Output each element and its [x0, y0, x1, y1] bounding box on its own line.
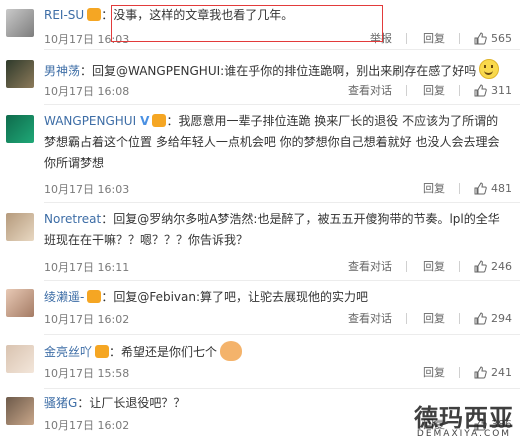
- like-button[interactable]: 241: [474, 366, 512, 379]
- member-badge-icon: [87, 290, 102, 303]
- divider: [406, 84, 407, 96]
- row-divider: [44, 104, 520, 105]
- comment-date: 10月17日 16:03: [44, 183, 130, 196]
- member-badge-icon: [95, 345, 110, 358]
- reply-button[interactable]: 回复: [423, 310, 445, 326]
- avatar[interactable]: [6, 60, 34, 88]
- like-count: 294: [491, 311, 512, 325]
- comment-text: ：回复@WANGPENGHUI:谁在乎你的排位连跪啊，别出来刷存在感了好吗: [80, 64, 477, 78]
- avatar[interactable]: [6, 9, 34, 37]
- like-count: 481: [491, 181, 512, 195]
- like-button[interactable]: 246: [474, 260, 512, 273]
- thumbs-up-icon: [474, 181, 487, 194]
- smile-emoji-icon: [479, 59, 500, 79]
- avatar[interactable]: [6, 397, 34, 425]
- reply-button[interactable]: 回复: [423, 30, 445, 46]
- thumbs-up-icon: [474, 31, 487, 44]
- row-divider: [44, 388, 520, 389]
- member-badge-icon: [87, 8, 102, 21]
- avatar[interactable]: [6, 289, 34, 317]
- like-count: 311: [491, 83, 512, 97]
- view-conversation-button[interactable]: 查看对话: [348, 258, 392, 274]
- divider: [459, 32, 460, 44]
- comment-text: ：希望还是你们七个: [109, 345, 218, 359]
- username[interactable]: 绫濑遥-: [44, 290, 84, 304]
- divider: [406, 32, 407, 44]
- divider: [459, 312, 460, 324]
- avatar[interactable]: [6, 345, 34, 373]
- thumbs-up-icon: [474, 311, 487, 324]
- view-conversation-button[interactable]: 查看对话: [348, 310, 392, 326]
- divider: [459, 260, 460, 272]
- like-button[interactable]: 311: [474, 84, 512, 97]
- like-count: 246: [491, 259, 512, 273]
- comment-date: 10月17日 16:08: [44, 85, 130, 98]
- thumbs-up-icon: [474, 83, 487, 96]
- username[interactable]: 金亮丝吖: [44, 345, 92, 359]
- like-count: 565: [491, 31, 512, 45]
- like-count: 241: [491, 365, 512, 379]
- row-divider: [44, 334, 520, 335]
- username[interactable]: Noretreat: [44, 212, 101, 226]
- like-button[interactable]: 481: [474, 182, 512, 195]
- comment-date: 10月17日 16:11: [44, 261, 130, 274]
- reply-button[interactable]: 回复: [423, 82, 445, 98]
- member-badge-icon: [152, 114, 167, 127]
- thumbs-up-icon: [474, 259, 487, 272]
- bear-emoji-icon: [220, 341, 243, 361]
- username[interactable]: 男神荡: [44, 64, 80, 78]
- comment-date: 10月17日 16:02: [44, 419, 130, 432]
- verified-v-icon: V: [140, 114, 150, 128]
- reply-button[interactable]: 回复: [423, 258, 445, 274]
- comment-date: 10月17日 16:02: [44, 313, 130, 326]
- avatar[interactable]: [6, 213, 34, 241]
- divider: [459, 366, 460, 378]
- username[interactable]: REI-SU: [44, 8, 84, 22]
- reply-button[interactable]: 回复: [423, 180, 445, 196]
- divider: [459, 182, 460, 194]
- comment-text: ：回复@Febivan:算了吧，让驼去展现他的实力吧: [101, 290, 369, 304]
- username[interactable]: 骚猪G: [44, 396, 77, 410]
- divider: [406, 260, 407, 272]
- thumbs-up-icon: [474, 365, 487, 378]
- divider: [459, 84, 460, 96]
- row-divider: [44, 202, 520, 203]
- reply-button[interactable]: 回复: [423, 364, 445, 380]
- like-button[interactable]: 565: [474, 32, 512, 45]
- row-divider: [44, 280, 520, 281]
- comment-text: ：回复@罗纳尔多啦A梦浩然:也是醉了，被五五开傻狗带的节奏。lpl的全华班现在在…: [44, 212, 500, 247]
- divider: [406, 312, 407, 324]
- like-button[interactable]: 294: [474, 312, 512, 325]
- watermark-main-text: 德玛西亚: [414, 403, 514, 432]
- comment-date: 10月17日 15:58: [44, 367, 130, 380]
- comment-text: ：让厂长退役吧？？: [77, 396, 186, 410]
- row-divider: [44, 49, 520, 50]
- watermark-logo: 德玛西亚 DEMAXIYA.COM: [414, 398, 514, 439]
- highlight-box: [111, 5, 383, 42]
- view-conversation-button[interactable]: 查看对话: [348, 82, 392, 98]
- avatar[interactable]: [6, 115, 34, 143]
- username[interactable]: WANGPENGHUI: [44, 114, 136, 128]
